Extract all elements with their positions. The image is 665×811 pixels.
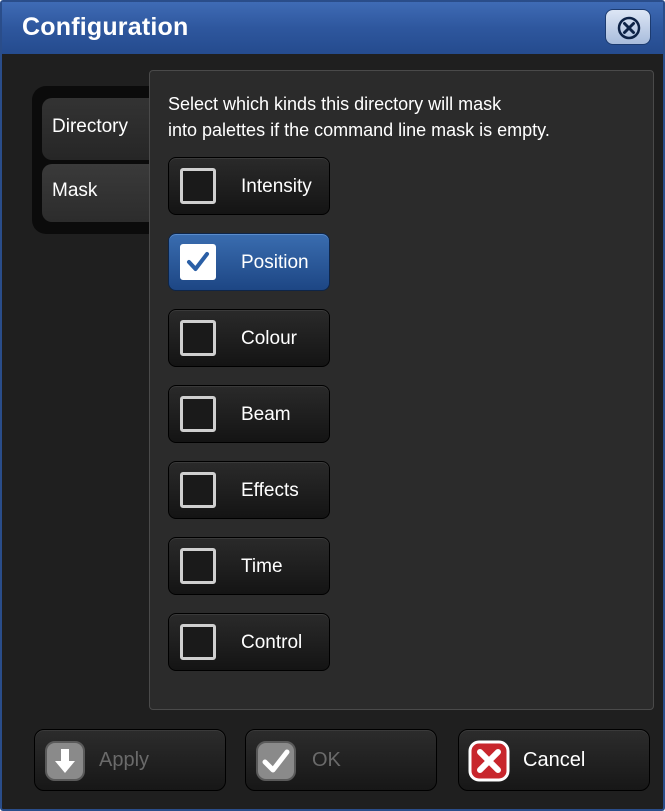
cancel-label: Cancel [523,749,586,771]
option-label: Colour [241,328,297,349]
apply-label: Apply [99,749,150,771]
option-label: Beam [241,404,291,425]
close-button[interactable] [605,9,651,45]
mask-panel: Select which kinds this directory will m… [149,70,654,710]
checkbox[interactable] [180,320,216,356]
check-icon [256,741,296,781]
apply-button[interactable]: Apply [34,729,226,791]
window-title: Configuration [22,13,189,41]
checkbox[interactable] [180,548,216,584]
instructions-line-1: Select which kinds this directory will m… [168,94,502,114]
option-time[interactable]: Time [168,537,330,595]
option-label: Intensity [241,176,312,197]
close-icon [617,16,641,40]
cancel-button[interactable]: Cancel [458,729,650,791]
option-label: Time [241,556,283,577]
option-colour[interactable]: Colour [168,309,330,367]
option-beam[interactable]: Beam [168,385,330,443]
checkbox[interactable] [180,244,216,280]
check-icon [187,252,209,271]
ok-label: OK [312,749,341,771]
option-label: Control [241,632,303,653]
x-icon [468,740,510,782]
option-position[interactable]: Position [168,233,330,291]
arrow-down-icon [45,741,85,781]
option-control[interactable]: Control [168,613,330,671]
checkbox[interactable] [180,168,216,204]
instructions-text: Select which kinds this directory will m… [168,91,648,143]
configuration-window: Configuration Directory Mask Select whic… [0,0,665,811]
checkbox[interactable] [180,396,216,432]
ok-button[interactable]: OK [245,729,437,791]
checkbox[interactable] [180,624,216,660]
title-bar: Configuration [2,2,663,54]
instructions-line-2: into palettes if the command line mask i… [168,120,550,140]
option-intensity[interactable]: Intensity [168,157,330,215]
option-effects[interactable]: Effects [168,461,330,519]
option-label: Effects [241,480,299,501]
option-label: Position [241,252,309,273]
checkbox[interactable] [180,472,216,508]
